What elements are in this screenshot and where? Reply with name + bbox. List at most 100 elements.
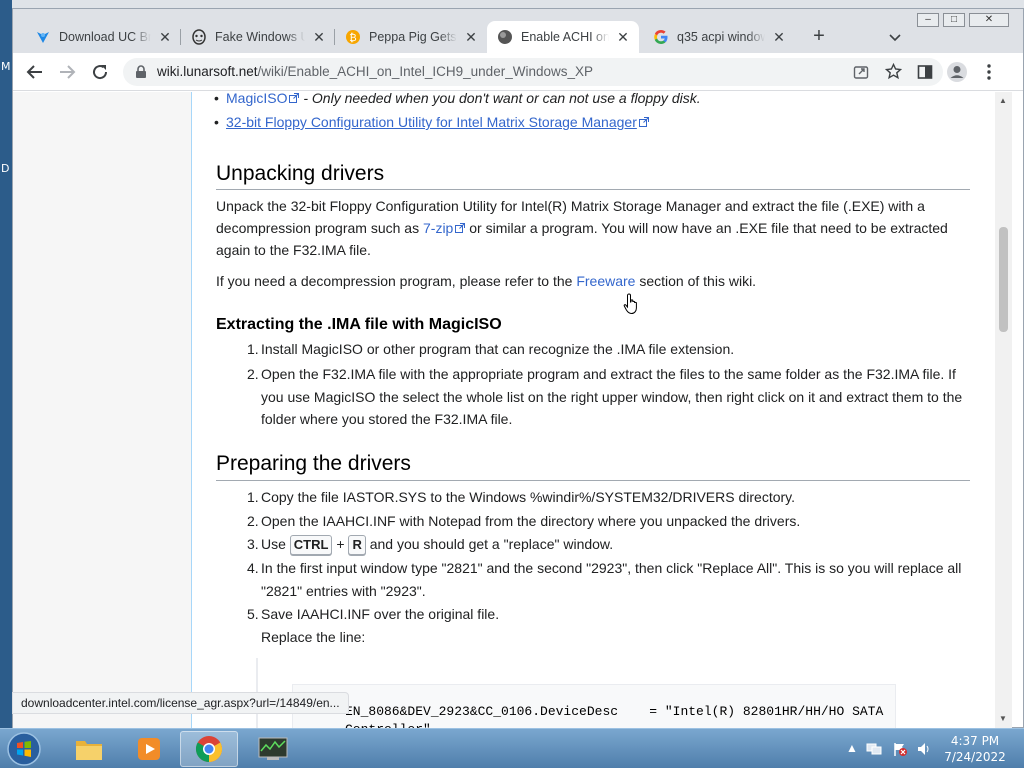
magiciso-link[interactable]: MagicISO [226, 92, 287, 106]
maximize-button[interactable]: □ [943, 13, 965, 27]
tab-uc-browser[interactable]: Download UC Browser ✕ [25, 21, 181, 53]
7zip-link[interactable]: 7-zip [423, 220, 453, 236]
bitcoin-icon: ₿ [345, 29, 361, 45]
list-number: 2. [247, 513, 259, 529]
browser-window: Download UC Browser ✕ Fake Windows Updat… [12, 8, 1024, 729]
vertical-scrollbar[interactable]: ▲ ▼ [995, 92, 1012, 729]
tab-q35-acpi[interactable]: q35 acpi windows ✕ [643, 21, 795, 53]
svg-text:₿: ₿ [349, 32, 356, 44]
text-run: + [332, 536, 349, 552]
list-number: 2. [247, 366, 259, 382]
minimize-button[interactable]: – [917, 13, 939, 27]
side-panel-icon [917, 65, 933, 79]
list-number: 4. [247, 560, 259, 576]
menu-button[interactable] [977, 60, 1001, 84]
tab-fake-windows-update[interactable]: Fake Windows Update ✕ [181, 21, 335, 53]
windows-start-orb-icon [7, 732, 41, 766]
text-run: Use [261, 536, 290, 552]
tab-strip: Download UC Browser ✕ Fake Windows Updat… [13, 9, 1023, 53]
network-icon[interactable] [866, 741, 882, 760]
taskbar-chrome[interactable] [180, 731, 238, 767]
uc-browser-icon [35, 29, 51, 45]
close-tab-icon[interactable]: ✕ [157, 29, 173, 45]
list-item: Open the IAAHCI.INF with Notepad from th… [261, 513, 801, 529]
list-item-line: In the first input window type "2821" an… [261, 560, 962, 576]
list-item: Use CTRL + R and you should get a "repla… [261, 533, 613, 555]
new-tab-button[interactable]: + [807, 25, 831, 49]
taskbar-task-manager[interactable] [244, 731, 302, 767]
tab-peppa-pig[interactable]: ₿ Peppa Pig Gets Cut ✕ [335, 21, 487, 53]
list-item-note: - Only needed when you don't want or can… [299, 92, 701, 106]
close-window-button[interactable]: ✕ [969, 13, 1009, 27]
clock-date: 7/24/2022 [944, 750, 1006, 764]
chrome-icon [195, 736, 223, 763]
page-viewport: • MagicISO - Only needed when you don't … [13, 92, 995, 729]
text-run: If you need a decompression program, ple… [216, 273, 577, 289]
close-tab-icon[interactable]: ✕ [615, 29, 631, 45]
show-hidden-icons[interactable]: ▲ [846, 741, 858, 755]
floppy-utility-link[interactable]: 32-bit Floppy Configuration Utility for … [226, 114, 637, 130]
url-text: wiki.lunarsoft.net/wiki/Enable_ACHI_on_I… [157, 64, 593, 79]
list-item: Save IAAHCI.INF over the original file. … [261, 603, 499, 649]
scroll-up-arrow-icon[interactable]: ▲ [999, 96, 1007, 105]
share-icon[interactable] [853, 64, 869, 85]
back-arrow-icon [26, 65, 42, 79]
media-player-icon [138, 738, 160, 760]
close-tab-icon[interactable]: ✕ [771, 29, 787, 45]
list-item: • MagicISO - Only needed when you don't … [214, 92, 701, 109]
text-run: section of this wiki. [635, 273, 757, 289]
taskbar: ▲ 4:37 PM 7/24/2022 [0, 728, 1024, 768]
paragraph-line: again to the F32.IMA file. [216, 242, 371, 258]
url-domain: wiki.lunarsoft.net [157, 64, 258, 79]
key-r: R [348, 535, 366, 555]
file-explorer-icon [76, 741, 102, 760]
tab-title: Download UC Browser [59, 30, 151, 44]
profile-button[interactable] [945, 60, 969, 84]
paragraph: Unpack the 32-bit Floppy Configuration U… [216, 195, 948, 261]
paragraph: If you need a decompression program, ple… [216, 270, 756, 292]
close-tab-icon[interactable]: ✕ [463, 29, 479, 45]
reload-icon [93, 65, 108, 80]
address-bar[interactable]: wiki.lunarsoft.net/wiki/Enable_ACHI_on_I… [123, 58, 943, 86]
back-button[interactable] [23, 60, 47, 84]
tab-enable-achi[interactable]: Enable ACHI on Intel ICH9 ✕ [487, 21, 639, 53]
status-bubble: downloadcenter.intel.com/license_agr.asp… [12, 692, 349, 714]
scroll-down-arrow-icon[interactable]: ▼ [999, 714, 1007, 723]
article-body: • MagicISO - Only needed when you don't … [191, 92, 995, 729]
tab-search-chevron-icon[interactable] [885, 27, 905, 47]
list-number: 5. [247, 606, 259, 622]
url-path: /wiki/Enable_ACHI_on_Intel_ICH9_under_Wi… [257, 64, 593, 79]
text-run: and you should get a "replace" window. [365, 536, 614, 552]
close-tab-icon[interactable]: ✕ [311, 29, 327, 45]
tab-title: Peppa Pig Gets Cut [369, 30, 457, 44]
scrollbar-thumb[interactable] [999, 227, 1008, 332]
hacker-mask-icon [191, 29, 207, 45]
section-heading-unpacking: Unpacking drivers [216, 162, 385, 185]
reload-button[interactable] [88, 60, 112, 84]
forward-button[interactable] [55, 60, 79, 84]
lock-icon[interactable] [135, 65, 147, 84]
list-item: Open the F32.IMA file with the appropria… [261, 363, 962, 431]
start-button[interactable] [4, 731, 44, 767]
tab-title: q35 acpi windows [677, 30, 765, 44]
tab-title: Enable ACHI on Intel ICH9 [521, 30, 609, 44]
taskbar-media-player[interactable] [120, 731, 178, 767]
tab-title: Fake Windows Update [215, 30, 305, 44]
action-center-flag-icon[interactable] [892, 741, 908, 760]
volume-icon[interactable] [916, 741, 932, 760]
list-item: Install MagicISO or other program that c… [261, 341, 735, 357]
text-run: decompression program such as [216, 220, 423, 236]
text-run: or similar a program. You will now have … [465, 220, 948, 236]
desktop-background: M D [0, 0, 12, 728]
external-link-icon [638, 111, 649, 127]
bookmark-star-icon[interactable] [884, 62, 903, 85]
list-number: 3. [247, 536, 259, 552]
hand-cursor-icon [623, 293, 641, 320]
google-icon [653, 29, 669, 45]
taskbar-file-explorer[interactable] [60, 731, 118, 767]
list-item-line: Open the F32.IMA file with the appropria… [261, 366, 956, 382]
side-panel-button[interactable] [913, 60, 937, 84]
taskbar-clock[interactable]: 4:37 PM 7/24/2022 [940, 733, 1010, 765]
section-heading-preparing: Preparing the drivers [216, 452, 411, 475]
freeware-link[interactable]: Freeware [576, 273, 635, 289]
